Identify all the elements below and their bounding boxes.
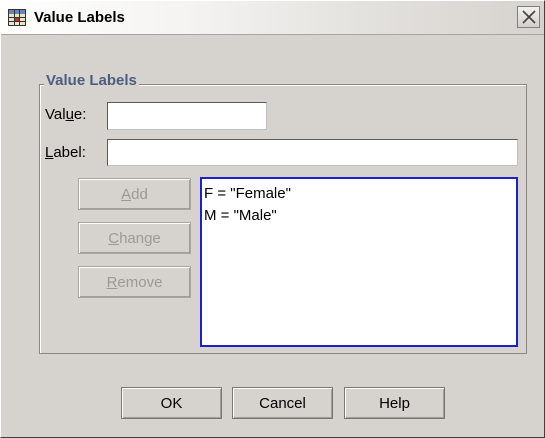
group-title: Value Labels xyxy=(44,72,139,89)
ok-button[interactable]: OK xyxy=(121,387,222,419)
list-item[interactable]: F = "Female" xyxy=(204,183,514,205)
value-labels-dialog: Value Labels Value Labels Value: Label: … xyxy=(0,0,545,438)
value-field-label: Value: xyxy=(45,106,87,123)
help-button[interactable]: Help xyxy=(344,387,445,419)
close-icon xyxy=(522,10,536,24)
remove-button[interactable]: Remove xyxy=(78,266,191,298)
grid-icon xyxy=(8,9,26,26)
add-button[interactable]: Add xyxy=(78,178,191,210)
change-button[interactable]: Change xyxy=(78,222,191,254)
list-item[interactable]: M = "Male" xyxy=(204,205,514,227)
label-field-label: Label: xyxy=(45,144,86,161)
label-input[interactable] xyxy=(107,139,518,166)
title-bar[interactable]: Value Labels xyxy=(1,1,544,35)
cancel-button[interactable]: Cancel xyxy=(232,387,333,419)
value-input[interactable] xyxy=(107,102,267,130)
dialog-title: Value Labels xyxy=(34,9,125,26)
close-button[interactable] xyxy=(517,6,540,28)
value-labels-list[interactable]: F = "Female" M = "Male" xyxy=(200,177,518,347)
